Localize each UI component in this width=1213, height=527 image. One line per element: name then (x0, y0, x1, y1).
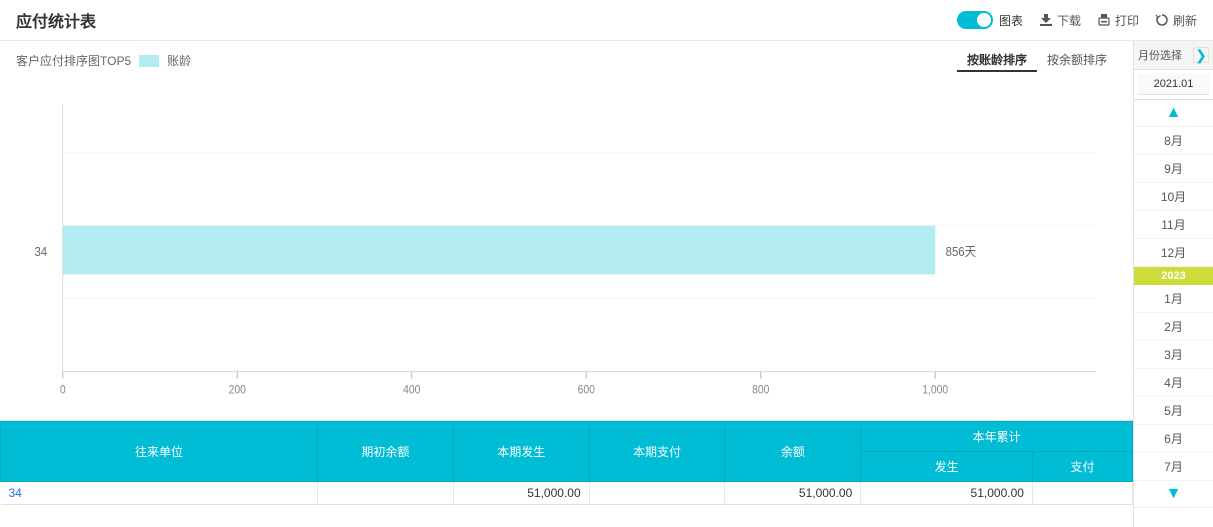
month-item-jul[interactable]: 7月 (1134, 453, 1213, 481)
legend-title: 客户应付排序图TOP5 (16, 52, 131, 69)
chart-wrapper: 34 856天 0 200 (0, 80, 1133, 420)
download-label: 下载 (1057, 12, 1081, 29)
chart-toggle-group: 图表 (957, 11, 1023, 29)
page-title: 应付统计表 (16, 8, 96, 32)
app-container: 应付统计表 图表 下载 打印 刷新 (0, 0, 1213, 527)
download-icon (1039, 13, 1053, 27)
chart-toggle[interactable] (957, 11, 993, 29)
svg-text:600: 600 (578, 384, 595, 397)
col-ytd-occur-header: 发生 (861, 452, 1033, 482)
print-label: 打印 (1115, 12, 1139, 29)
cell-opening (317, 482, 453, 505)
col-ytd-group-header: 本年累计 (861, 422, 1133, 452)
month-item-aug[interactable]: 8月 (1134, 127, 1213, 155)
cell-current-pay (589, 482, 725, 505)
cell-unit: 34 (1, 482, 318, 505)
col-opening-header: 期初余额 (317, 422, 453, 482)
cell-current-occur: 51,000.00 (453, 482, 589, 505)
legend-box (139, 55, 159, 67)
month-item-oct[interactable]: 10月 (1134, 183, 1213, 211)
svg-text:800: 800 (752, 384, 769, 397)
svg-text:400: 400 (403, 384, 420, 397)
sidebar-nav: ▲ 8月 9月 10月 11月 12月 2023 1月 2月 3月 4月 5月 … (1134, 100, 1213, 508)
month-item-mar[interactable]: 3月 (1134, 341, 1213, 369)
legend-label: 账龄 (167, 52, 191, 69)
nav-down-button[interactable]: ▼ (1134, 481, 1213, 508)
table-section: 往来单位 期初余额 本期发生 本期支付 余额 本年累计 发生 支付 (0, 420, 1133, 505)
svg-text:0: 0 (60, 384, 66, 397)
col-ytd-pay-header: 支付 (1032, 452, 1132, 482)
svg-text:200: 200 (229, 384, 246, 397)
month-item-jun[interactable]: 6月 (1134, 425, 1213, 453)
month-item-dec[interactable]: 12月 (1134, 239, 1213, 267)
col-current-pay-header: 本期支付 (589, 422, 725, 482)
header-actions: 图表 下载 打印 刷新 (957, 11, 1197, 29)
month-item-nov[interactable]: 11月 (1134, 211, 1213, 239)
chart-sort-buttons: 按账龄排序 按余额排序 (957, 49, 1117, 72)
bar-rect (63, 226, 935, 275)
month-picker-input[interactable] (1138, 74, 1209, 95)
year-divider-2023: 2023 (1134, 267, 1213, 285)
month-item-may[interactable]: 5月 (1134, 397, 1213, 425)
download-button[interactable]: 下载 (1039, 12, 1081, 29)
sidebar: 月份选择 ❯ ▲ 8月 9月 10月 11月 12月 2023 1月 2月 3月… (1133, 41, 1213, 527)
bar-chart: 34 856天 0 200 (16, 80, 1117, 420)
sort-by-amount-button[interactable]: 按余额排序 (1037, 49, 1117, 72)
print-button[interactable]: 打印 (1097, 12, 1139, 29)
sort-by-balance-button[interactable]: 按账龄排序 (957, 49, 1037, 72)
month-item-feb[interactable]: 2月 (1134, 313, 1213, 341)
col-unit-header: 往来单位 (1, 422, 318, 482)
bar-end-label: 856天 (946, 244, 976, 259)
refresh-icon (1155, 13, 1169, 27)
data-table: 往来单位 期初余额 本期发生 本期支付 余额 本年累计 发生 支付 (0, 421, 1133, 505)
print-icon (1097, 13, 1111, 27)
svg-text:1,000: 1,000 (922, 384, 948, 397)
col-balance-header: 余额 (725, 422, 861, 482)
cell-balance: 51,000.00 (725, 482, 861, 505)
chart-header: 客户应付排序图TOP5 账龄 按账龄排序 按余额排序 (0, 41, 1133, 80)
sidebar-header: 月份选择 ❯ (1134, 41, 1213, 70)
sidebar-expand-icon[interactable]: ❯ (1193, 47, 1209, 63)
refresh-label: 刷新 (1173, 12, 1197, 29)
sidebar-title: 月份选择 (1138, 47, 1182, 63)
y-axis-label: 34 (34, 244, 47, 259)
nav-up-button[interactable]: ▲ (1134, 100, 1213, 127)
header: 应付统计表 图表 下载 打印 刷新 (0, 0, 1213, 41)
cell-ytd-occur: 51,000.00 (861, 482, 1033, 505)
unit-link[interactable]: 34 (9, 486, 22, 500)
chart-legend: 客户应付排序图TOP5 账龄 (16, 52, 191, 69)
month-item-jan[interactable]: 1月 (1134, 285, 1213, 313)
chart-toggle-label: 图表 (999, 12, 1023, 29)
sidebar-date-area (1134, 70, 1213, 100)
month-item-sep[interactable]: 9月 (1134, 155, 1213, 183)
table-row: 34 51,000.00 51,000.00 51,000.00 (1, 482, 1133, 505)
chart-section: 客户应付排序图TOP5 账龄 按账龄排序 按余额排序 34 (0, 41, 1133, 527)
col-current-occur-header: 本期发生 (453, 422, 589, 482)
month-item-apr[interactable]: 4月 (1134, 369, 1213, 397)
cell-ytd-pay (1032, 482, 1132, 505)
main-area: 客户应付排序图TOP5 账龄 按账龄排序 按余额排序 34 (0, 41, 1213, 527)
refresh-button[interactable]: 刷新 (1155, 12, 1197, 29)
